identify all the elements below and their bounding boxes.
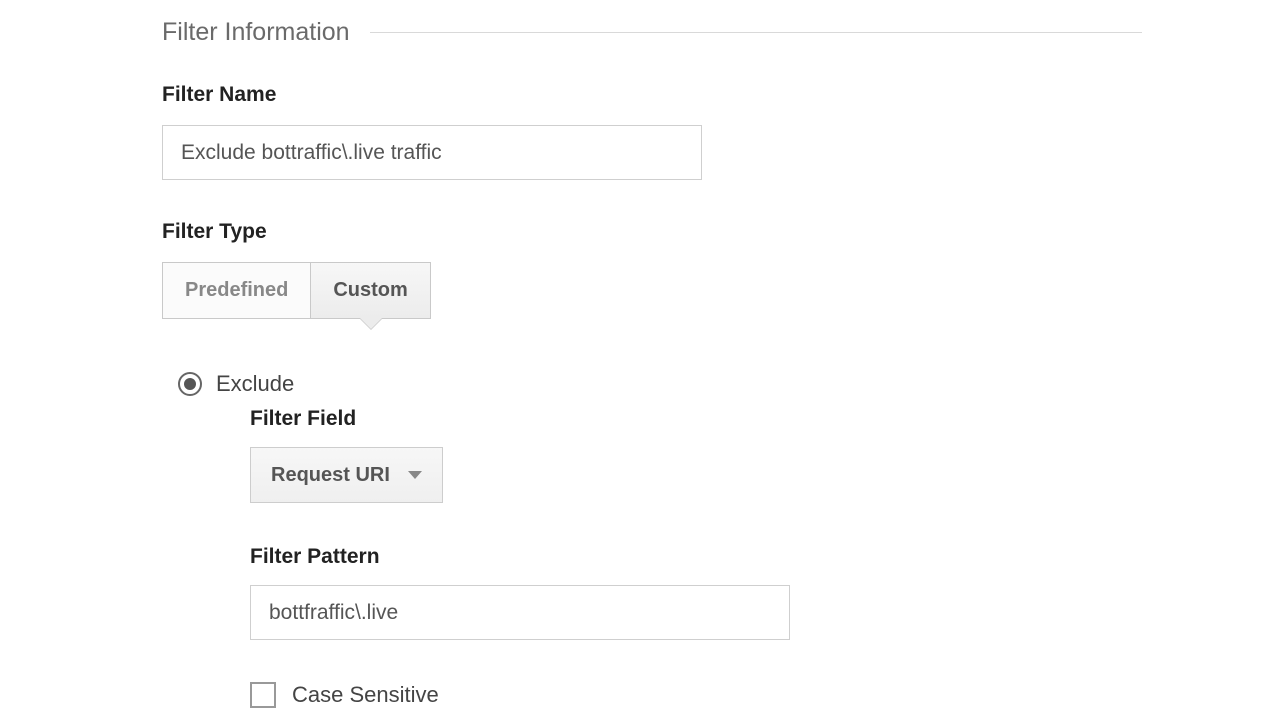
custom-options: Exclude Filter Field Request URI Filter … [162,371,1142,708]
filter-form: Filter Information Filter Name Filter Ty… [0,0,1142,708]
section-header: Filter Information [162,18,1142,47]
case-sensitive-row[interactable]: Case Sensitive [250,682,1142,708]
exclude-radio-row[interactable]: Exclude [178,371,1142,397]
filter-pattern-label: Filter Pattern [250,545,1142,569]
exclude-radio[interactable] [178,372,202,396]
case-sensitive-label: Case Sensitive [292,682,439,708]
section-title: Filter Information [162,18,370,47]
exclude-radio-label: Exclude [216,371,294,397]
filter-field-dropdown[interactable]: Request URI [250,447,443,503]
caret-down-icon [408,471,422,479]
selected-notch [360,318,382,329]
filter-type-toggle: Predefined Custom [162,262,1142,319]
section-divider [370,32,1142,33]
filter-field-label: Filter Field [250,407,1142,431]
exclude-details: Filter Field Request URI Filter Pattern … [178,407,1142,708]
custom-label: Custom [333,279,407,302]
predefined-label: Predefined [185,279,288,302]
filter-type-block: Filter Type Predefined Custom [162,220,1142,319]
case-sensitive-checkbox[interactable] [250,682,276,708]
radio-dot-icon [184,378,196,390]
filter-field-value: Request URI [271,464,390,487]
filter-type-label: Filter Type [162,220,1142,244]
filter-type-predefined-button[interactable]: Predefined [162,262,310,319]
filter-type-custom-button[interactable]: Custom [310,262,430,319]
filter-name-label: Filter Name [162,83,1142,107]
filter-name-block: Filter Name [162,83,1142,180]
filter-name-input[interactable] [162,125,702,180]
filter-pattern-input[interactable] [250,585,790,640]
